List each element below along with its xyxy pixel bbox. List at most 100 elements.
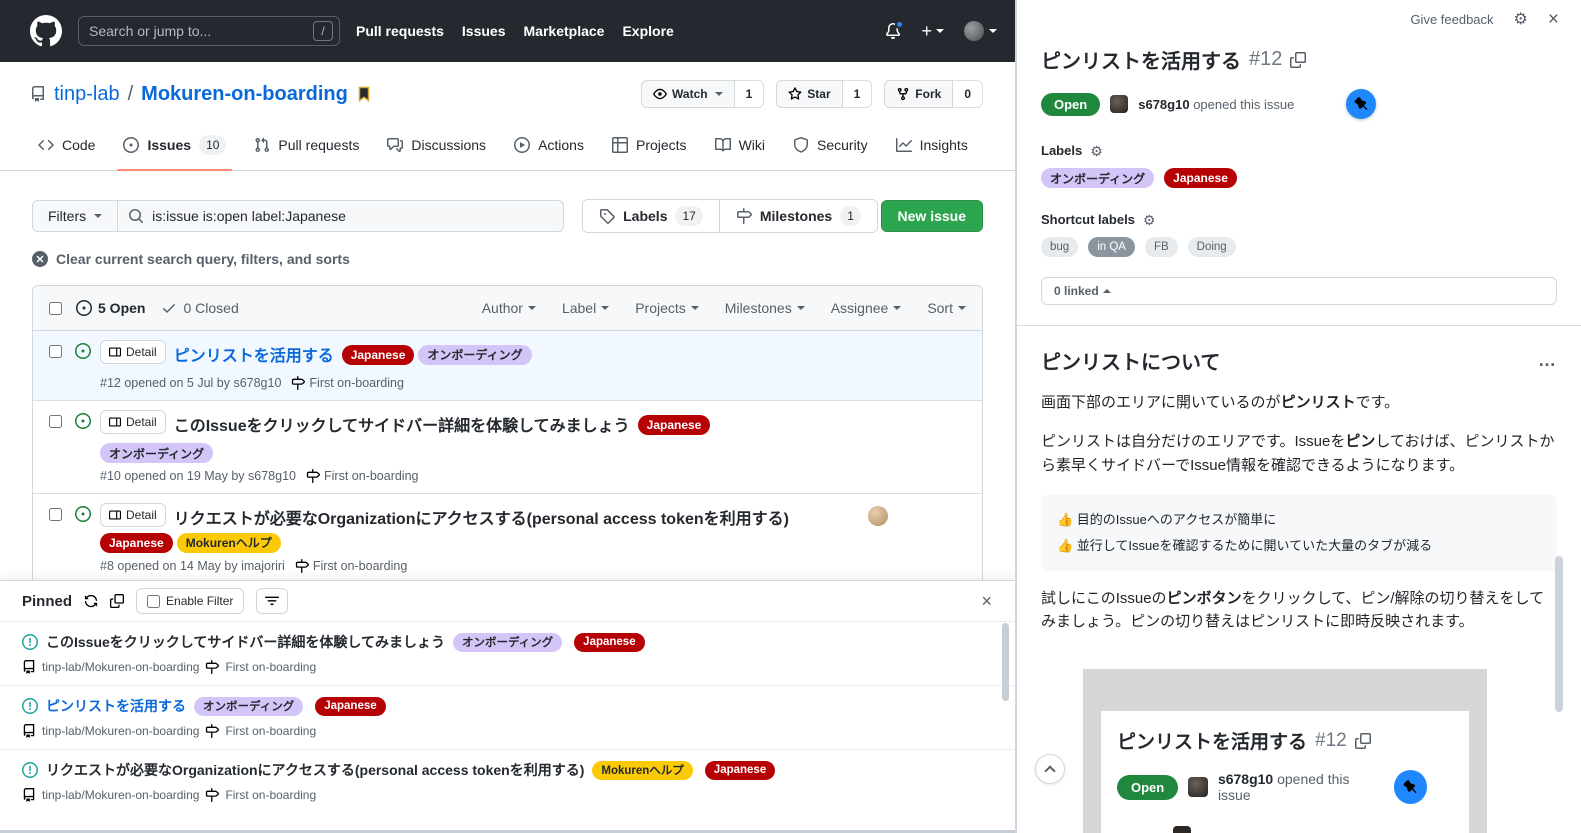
fork-count[interactable]: 0 bbox=[953, 80, 983, 108]
closed-issues-toggle[interactable]: 0 Closed bbox=[161, 300, 239, 316]
refresh-icon[interactable] bbox=[84, 594, 98, 608]
sidebar-header: Give feedback ⚙ × bbox=[1017, 0, 1581, 29]
repo-owner-link[interactable]: tinp-lab bbox=[54, 83, 120, 106]
filter-icon-button[interactable] bbox=[256, 588, 289, 614]
issues-search-input[interactable] bbox=[152, 208, 554, 224]
issue-label[interactable]: オンボーディング bbox=[1041, 168, 1155, 188]
pinned-issue-title[interactable]: リクエストが必要なOrganizationにアクセスする(personal ac… bbox=[46, 760, 584, 780]
global-search[interactable]: / bbox=[78, 16, 340, 46]
labels-settings-icon[interactable]: ⚙ bbox=[1090, 144, 1103, 158]
create-new-button[interactable]: + bbox=[921, 21, 944, 42]
issue-label[interactable]: オンボーディング bbox=[418, 344, 532, 365]
milestone-link[interactable]: First on-boarding bbox=[295, 559, 407, 574]
profile-menu[interactable] bbox=[964, 21, 997, 41]
select-all-checkbox[interactable] bbox=[49, 301, 62, 315]
nav-pull-requests[interactable]: Pull requests bbox=[356, 23, 444, 39]
milestones-filter[interactable]: Milestones bbox=[725, 300, 805, 316]
shortcut-labels-settings-icon[interactable]: ⚙ bbox=[1143, 213, 1156, 227]
assignee-filter[interactable]: Assignee bbox=[831, 300, 902, 316]
sidebar-scrollbar[interactable] bbox=[1555, 556, 1563, 712]
github-logo[interactable] bbox=[30, 15, 62, 47]
issue-title-link[interactable]: ピンリストを活用する bbox=[174, 348, 334, 365]
close-sidebar-icon[interactable]: × bbox=[1548, 10, 1559, 29]
issue-label[interactable]: Mokurenヘルプ bbox=[176, 532, 281, 553]
close-pinned-icon[interactable]: × bbox=[981, 592, 1000, 610]
issue-label[interactable]: オンボーディング bbox=[452, 632, 563, 652]
copy-title-icon[interactable] bbox=[1290, 52, 1306, 68]
tab-wiki[interactable]: Wiki bbox=[701, 122, 779, 170]
tab-issues[interactable]: Issues 10 bbox=[109, 122, 240, 171]
new-issue-button[interactable]: New issue bbox=[880, 200, 983, 232]
tab-projects[interactable]: Projects bbox=[598, 122, 701, 170]
bookmark-icon[interactable] bbox=[356, 86, 372, 102]
shortcut-label[interactable]: FB bbox=[1144, 237, 1178, 257]
global-search-input[interactable] bbox=[89, 23, 305, 39]
issue-label[interactable]: オンボーディング bbox=[100, 443, 214, 464]
projects-filter[interactable]: Projects bbox=[635, 300, 699, 316]
issue-checkbox[interactable] bbox=[49, 508, 62, 522]
issue-label[interactable]: Mokurenヘルプ bbox=[592, 760, 693, 780]
issue-checkbox[interactable] bbox=[49, 345, 62, 358]
watch-button[interactable]: Watch bbox=[641, 80, 735, 108]
pinned-issue-title[interactable]: このIssueをクリックしてサイドバー詳細を体験してみましょう bbox=[46, 632, 445, 652]
tab-security[interactable]: Security bbox=[779, 122, 882, 170]
issue-label[interactable]: Japanese bbox=[704, 760, 776, 780]
issue-label[interactable]: Japanese bbox=[100, 533, 173, 554]
tab-insights[interactable]: Insights bbox=[882, 122, 982, 170]
gear-icon[interactable]: ⚙ bbox=[1514, 11, 1528, 28]
issue-label[interactable]: Japanese bbox=[315, 696, 386, 716]
repo-name-link[interactable]: Mokuren-on-boarding bbox=[141, 83, 348, 106]
shortcut-label[interactable]: bug bbox=[1041, 237, 1079, 257]
label-filter[interactable]: Label bbox=[562, 300, 610, 316]
give-feedback-link[interactable]: Give feedback bbox=[1410, 12, 1493, 27]
copy-icon[interactable] bbox=[110, 594, 124, 608]
clear-filters-link[interactable]: Clear current search query, filters, and… bbox=[0, 233, 1015, 267]
notifications-button[interactable] bbox=[885, 20, 905, 39]
issue-title-text[interactable]: ピンリストを活用する bbox=[1041, 45, 1241, 74]
tab-actions[interactable]: Actions bbox=[500, 122, 598, 170]
issue-title-link[interactable]: このIssueをクリックしてサイドバー詳細を体験してみましょう bbox=[174, 418, 630, 435]
star-button[interactable]: Star bbox=[776, 80, 843, 108]
detail-button[interactable]: Detail bbox=[100, 409, 166, 434]
enable-filter-checkbox[interactable] bbox=[147, 594, 161, 608]
detail-button[interactable]: Detail bbox=[100, 503, 166, 528]
sort-filter[interactable]: Sort bbox=[927, 300, 966, 316]
milestones-button[interactable]: Milestones 1 bbox=[718, 200, 877, 232]
x-circle-icon bbox=[32, 251, 48, 267]
nav-explore[interactable]: Explore bbox=[622, 23, 673, 39]
issue-body-image[interactable]: ピンリストを活用する #12 Open s678g10 opened this … bbox=[1083, 669, 1487, 833]
issue-label[interactable]: Japanese bbox=[1164, 168, 1237, 188]
issues-search-box[interactable] bbox=[118, 200, 565, 232]
enable-filter-toggle[interactable]: Enable Filter bbox=[136, 588, 245, 614]
labels-button[interactable]: Labels 17 bbox=[583, 200, 719, 232]
issue-title-link[interactable]: リクエストが必要なOrganizationにアクセスする(personal ac… bbox=[174, 511, 789, 528]
tab-code[interactable]: Code bbox=[24, 122, 109, 170]
kebab-menu-icon[interactable]: … bbox=[1538, 351, 1557, 369]
author-filter[interactable]: Author bbox=[482, 300, 536, 316]
milestone-link[interactable]: First on-boarding bbox=[291, 375, 404, 390]
issue-label[interactable]: Japanese bbox=[637, 414, 711, 435]
fork-button[interactable]: Fork bbox=[884, 80, 954, 108]
issue-label[interactable]: オンボーディング bbox=[194, 696, 304, 716]
detail-button[interactable]: Detail bbox=[100, 340, 166, 364]
pinned-issue-title[interactable]: ピンリストを活用する bbox=[46, 696, 186, 716]
issue-label[interactable]: Japanese bbox=[341, 345, 415, 365]
pinned-scrollbar[interactable] bbox=[1002, 623, 1009, 701]
milestone-link[interactable]: First on-boarding bbox=[306, 469, 419, 484]
filters-dropdown[interactable]: Filters bbox=[32, 200, 119, 232]
pin-button[interactable] bbox=[1346, 89, 1377, 119]
issue-checkbox[interactable] bbox=[49, 414, 62, 428]
nav-marketplace[interactable]: Marketplace bbox=[524, 23, 605, 39]
tab-discussions[interactable]: Discussions bbox=[373, 122, 500, 170]
tab-pull-requests[interactable]: Pull requests bbox=[240, 122, 373, 170]
shortcut-label[interactable]: Doing bbox=[1187, 237, 1236, 257]
nav-issues[interactable]: Issues bbox=[462, 23, 506, 39]
shortcut-label[interactable]: in QA bbox=[1088, 237, 1135, 257]
open-issues-toggle[interactable]: 5 Open bbox=[76, 300, 145, 316]
author-avatar[interactable] bbox=[1110, 95, 1129, 113]
watch-count[interactable]: 1 bbox=[734, 80, 765, 108]
issue-label[interactable]: Japanese bbox=[574, 632, 645, 652]
linked-issues-toggle[interactable]: 0 linked bbox=[1041, 277, 1557, 305]
star-count[interactable]: 1 bbox=[842, 80, 873, 108]
collapse-panel-button[interactable] bbox=[1035, 754, 1065, 784]
